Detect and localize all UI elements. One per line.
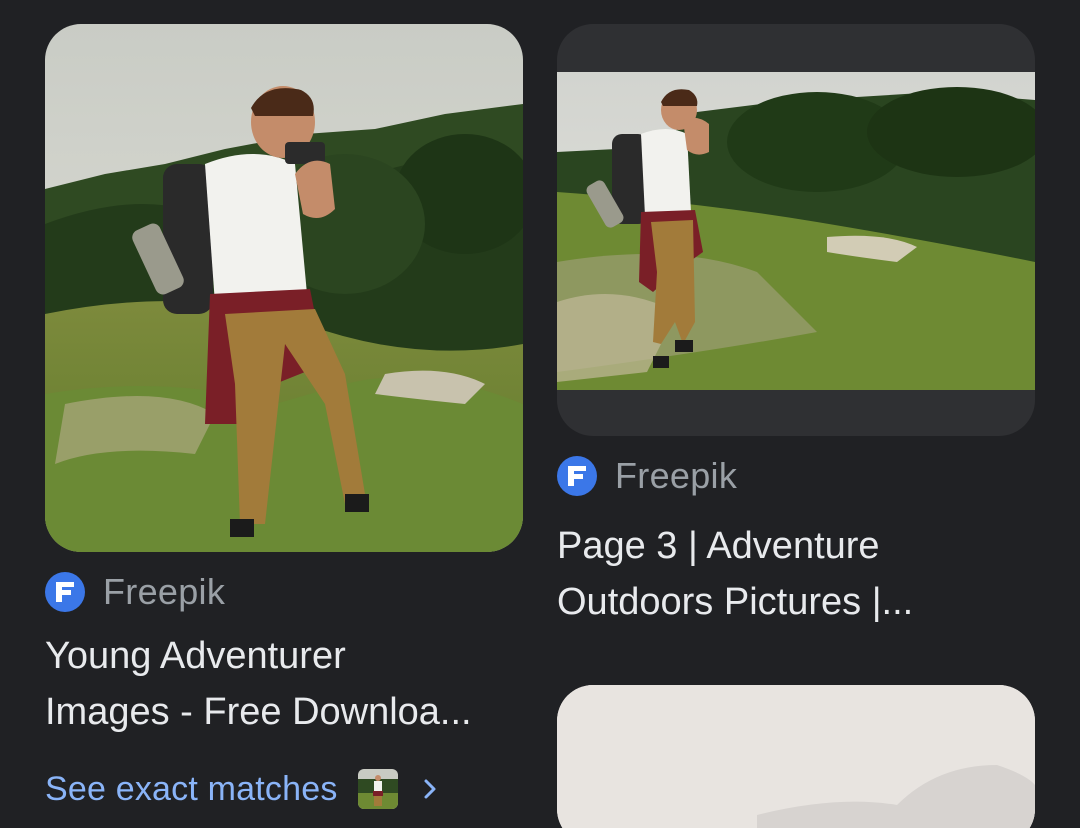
source-name: Freepik: [103, 571, 226, 612]
chevron-right-icon: [424, 779, 436, 799]
result-card-young-adventurer[interactable]: Freepik Young Adventurer Images - Free D…: [45, 24, 523, 740]
result-card-adventure-outdoors[interactable]: Freepik Page 3 | Adventure Outdoors Pict…: [557, 24, 1035, 630]
see-exact-matches-label: See exact matches: [45, 769, 338, 808]
hiker-photo: [45, 24, 523, 552]
image-results-grid: Freepik Young Adventurer Images - Free D…: [0, 0, 1080, 828]
source-name: Freepik: [615, 455, 738, 496]
freepik-favicon-icon: [557, 456, 597, 496]
freepik-favicon-icon: [45, 572, 85, 612]
hiker-landscape-photo: [557, 72, 1035, 390]
result-thumbnail[interactable]: [45, 24, 523, 552]
source-row[interactable]: Freepik: [45, 571, 523, 612]
result-thumbnail-partial[interactable]: [557, 685, 1035, 828]
result-title[interactable]: Page 3 | Adventure Outdoors Pictures |..…: [557, 518, 1035, 630]
result-title[interactable]: Young Adventurer Images - Free Downloa..…: [45, 628, 523, 740]
source-row[interactable]: Freepik: [557, 455, 1035, 496]
see-exact-matches-link[interactable]: See exact matches: [45, 764, 440, 814]
exact-match-thumbnail: [357, 769, 398, 809]
result-thumbnail[interactable]: [557, 24, 1035, 436]
misty-landscape-photo: [557, 685, 1035, 828]
